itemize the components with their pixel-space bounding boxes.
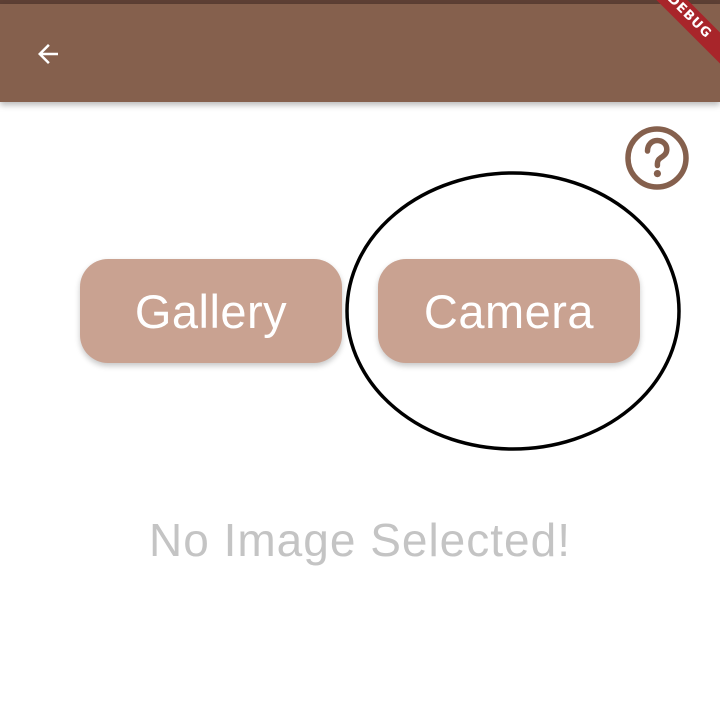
screen: DEBUG Gallery Camera No Image Selected! — [0, 0, 720, 720]
help-button[interactable] — [624, 125, 690, 191]
app-bar — [0, 4, 720, 102]
gallery-button[interactable]: Gallery — [80, 259, 342, 363]
back-button[interactable] — [22, 30, 74, 78]
no-image-message: No Image Selected! — [148, 514, 571, 566]
question-circle-icon — [625, 126, 689, 190]
arrow-left-icon — [38, 44, 58, 64]
camera-button[interactable]: Camera — [378, 259, 640, 363]
